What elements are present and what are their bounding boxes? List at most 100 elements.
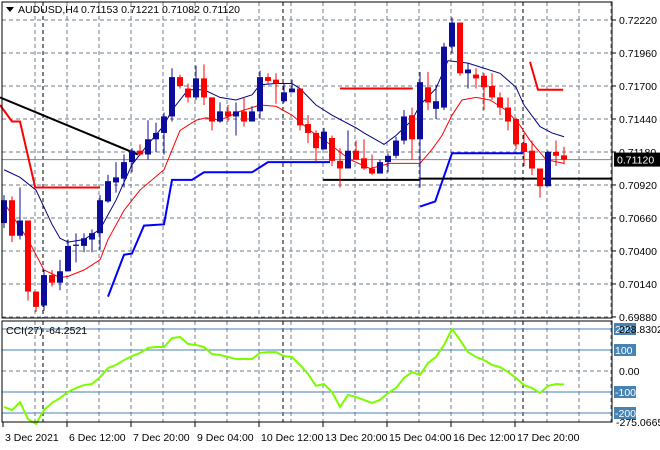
candle-body (137, 150, 143, 155)
candle-body (153, 132, 159, 140)
candle-body (257, 77, 263, 112)
cci-zero-label: 0.00 (619, 366, 640, 378)
cci-level-label: 100 (615, 345, 633, 357)
candle-body (545, 151, 551, 187)
candle (497, 92, 503, 116)
cci-pane (2, 327, 612, 426)
date-axis-label: 15 Dec 04:00 (389, 432, 452, 444)
candle (545, 150, 551, 187)
candle-body (353, 150, 359, 160)
candle (433, 84, 439, 119)
candle-body (449, 22, 455, 47)
candle-body (169, 77, 175, 117)
candle-body (105, 181, 111, 202)
candle-body (465, 69, 471, 74)
candle-body (457, 22, 463, 74)
price-axis-label: 0.72220 (619, 15, 657, 27)
candle (113, 162, 119, 193)
candle (105, 174, 111, 203)
candle-body (377, 162, 383, 174)
candle-body (281, 92, 287, 102)
candle-body (65, 245, 71, 272)
candle (457, 22, 463, 76)
candle (193, 65, 199, 100)
candle-body (193, 78, 199, 98)
candle-body (265, 77, 271, 81)
candle-body (121, 162, 127, 179)
candle-body (441, 46, 447, 108)
candle-body (289, 88, 295, 93)
candle (321, 127, 327, 150)
candle-body (25, 220, 31, 292)
candle (241, 97, 247, 127)
candle-body (553, 151, 559, 156)
price-axis-label: 0.70140 (619, 279, 657, 291)
candle-body (129, 150, 135, 163)
candle (561, 146, 567, 165)
support-step-line (419, 152, 524, 208)
triangle-down-icon[interactable] (6, 7, 14, 12)
candle (345, 130, 351, 169)
candle-body (185, 88, 191, 98)
date-axis-label: 10 Dec 12:00 (261, 432, 324, 444)
candle (41, 270, 47, 311)
candle (369, 154, 375, 175)
price-axis-label: 0.70920 (619, 180, 657, 192)
candle-body (73, 244, 79, 246)
candle-body (273, 79, 279, 84)
candle-body (297, 88, 303, 126)
candle (401, 110, 407, 145)
chart-canvas[interactable]: 0.722200.719600.717000.714400.711800.709… (0, 0, 660, 450)
candle-body (209, 97, 215, 122)
candle (9, 196, 15, 243)
candle-body (481, 75, 487, 88)
candle-body (305, 124, 311, 133)
ohlc-label: 0.71153 0.71221 0.71082 0.71120 (81, 4, 240, 16)
candle-body (369, 168, 375, 174)
candle (153, 122, 159, 152)
date-axis-label: 7 Dec 20:00 (133, 432, 190, 444)
candle-body (17, 220, 23, 236)
candle-body (513, 118, 519, 145)
candle (73, 233, 79, 263)
candle (281, 83, 287, 103)
candle-body (321, 131, 327, 150)
cci-min-label: -275.0665 (616, 417, 660, 429)
candle-body (97, 200, 103, 234)
candle-body (561, 155, 567, 160)
candle-body (489, 85, 495, 98)
candle (489, 73, 495, 100)
candle-body (505, 107, 511, 122)
price-axis-label: 0.71700 (619, 81, 657, 93)
candle (505, 97, 511, 131)
candle-body (329, 138, 335, 161)
cci-level-label: -100 (615, 387, 636, 399)
candle-body (361, 158, 367, 169)
candle-body (529, 150, 535, 169)
candle (17, 187, 23, 240)
candle-body (409, 115, 415, 140)
candle-body (81, 238, 87, 246)
candle (81, 233, 87, 253)
candle (33, 291, 39, 312)
date-axis-label: 6 Dec 12:00 (69, 432, 126, 444)
candle (65, 239, 71, 272)
candle (521, 132, 527, 166)
candle (313, 130, 319, 163)
price-axis-label: 0.70400 (619, 246, 657, 258)
candles (1, 17, 567, 312)
candle-body (393, 140, 399, 156)
candle (257, 70, 263, 119)
candle-body (521, 143, 527, 152)
symbol-label: AUDUSD,H4 (18, 4, 79, 16)
date-axis-label: 9 Dec 04:00 (197, 432, 254, 444)
candle-body (177, 77, 183, 86)
candle (57, 259, 63, 291)
candle (481, 73, 487, 111)
date-axis-label: 13 Dec 20:00 (325, 432, 388, 444)
candle (297, 88, 303, 131)
candle (465, 63, 471, 89)
candle-body (385, 155, 391, 163)
cci-line (3, 327, 565, 426)
candle-body (537, 168, 543, 187)
